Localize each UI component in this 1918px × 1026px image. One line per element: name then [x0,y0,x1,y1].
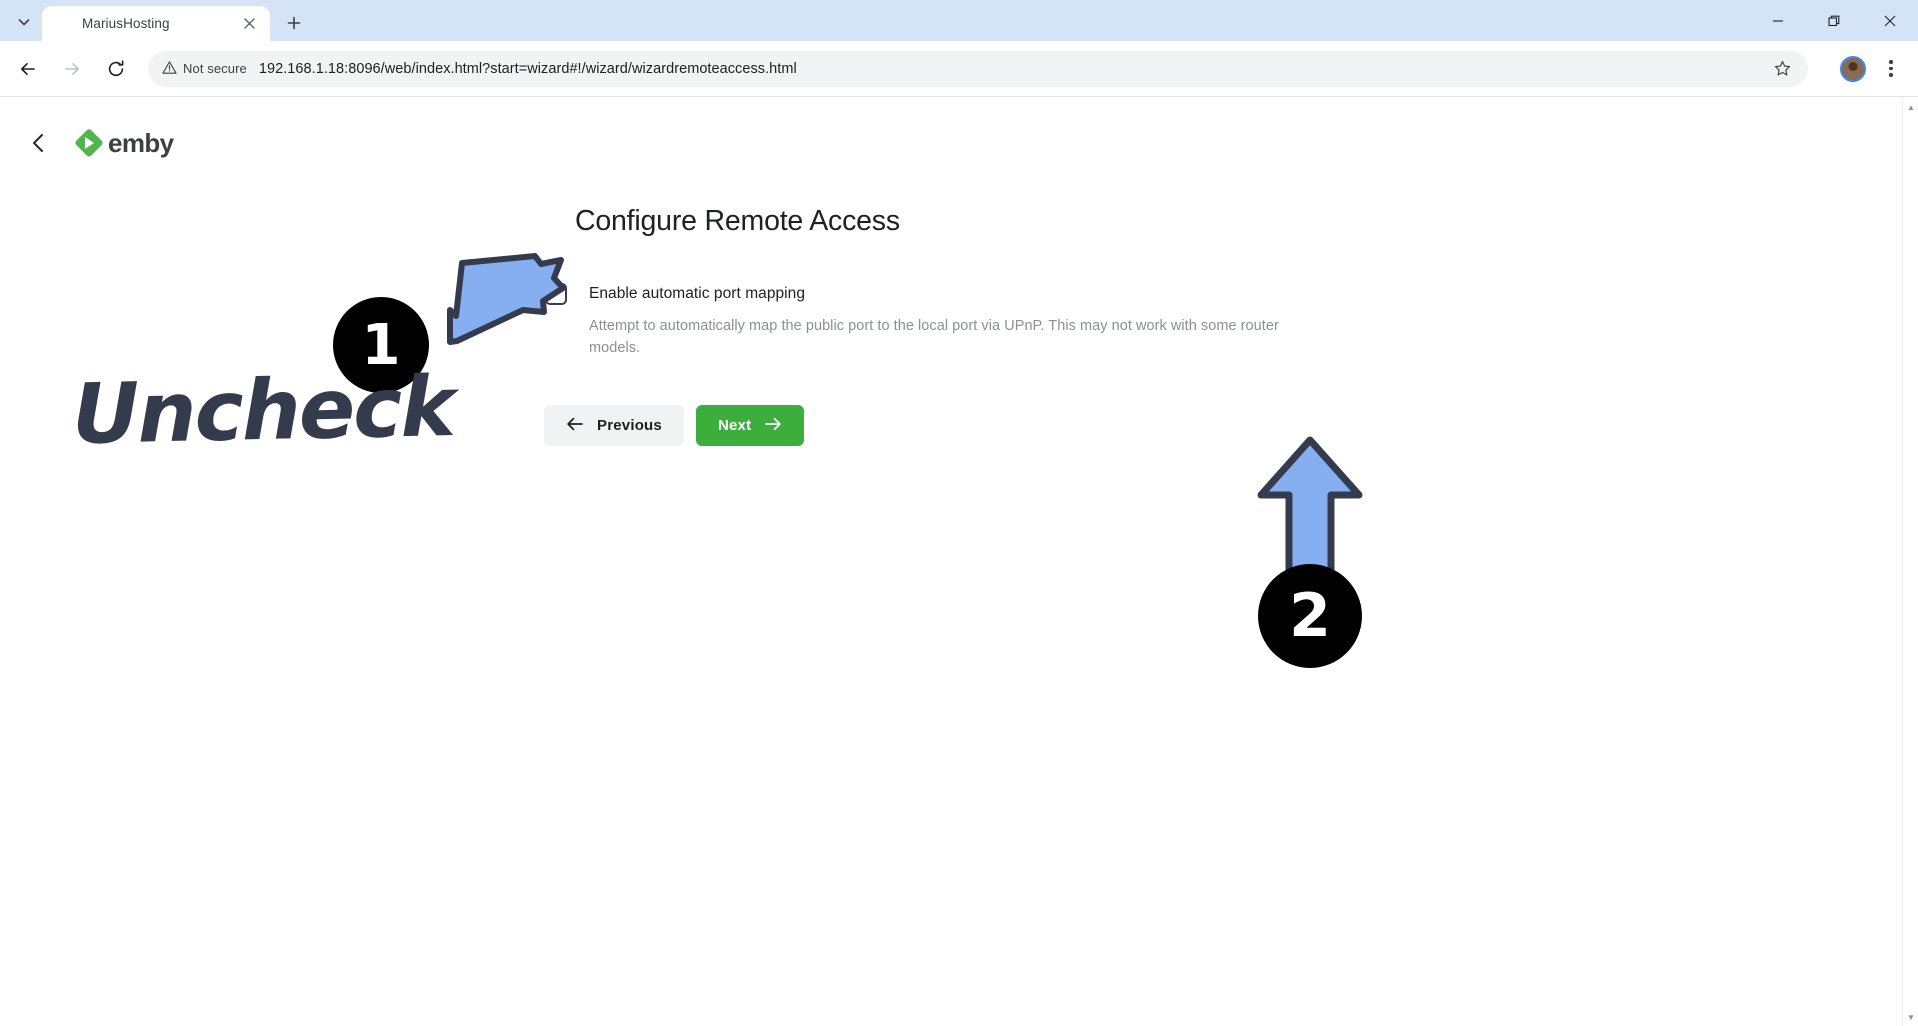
window-controls [1750,0,1918,41]
emby-logo[interactable]: emby [74,128,174,158]
page-title: Configure Remote Access [575,205,900,237]
arrow-left-icon [566,416,584,436]
emby-wordmark: emby [108,128,174,158]
browser-menu-three-dots-icon[interactable] [1876,52,1906,86]
browser-tab[interactable]: MariusHosting [42,6,270,41]
app-back-chevron-left-icon[interactable] [22,126,56,160]
tab-close-icon[interactable] [238,13,260,35]
emby-diamond-icon [52,12,72,32]
enable-port-mapping-description: Attempt to automatically map the public … [589,318,1279,356]
browser-window: MariusHosting Not secure 192.168.1.18:80… [0,0,1918,1026]
warning-triangle-icon [162,60,177,78]
enable-port-mapping-row[interactable]: Enable automatic port mapping [545,282,1918,306]
back-arrow-left-icon[interactable] [10,51,46,87]
restore-icon[interactable] [1806,0,1862,41]
next-button-label: Next [717,417,752,434]
tab-strip: MariusHosting [0,0,1918,41]
wizard-panel: Configure Remote Access Enable automatic… [0,205,1918,359]
app-header: emby [0,97,1918,167]
wizard-button-group: Previous Next [544,405,1918,446]
profile-avatar-icon[interactable] [1840,55,1866,82]
previous-button-label: Previous [597,417,662,434]
window-close-icon[interactable] [1862,0,1918,41]
tab-title: MariusHosting [82,16,170,31]
bookmark-star-icon[interactable] [1766,53,1798,85]
browser-toolbar: Not secure 192.168.1.18:8096/web/index.h… [0,41,1918,96]
address-bar[interactable]: Not secure 192.168.1.18:8096/web/index.h… [148,50,1808,87]
security-status[interactable]: Not secure [162,60,259,78]
scroll-up-arrow-icon[interactable]: ▲ [1903,99,1918,115]
next-button[interactable]: Next [695,405,805,446]
enable-port-mapping-label: Enable automatic port mapping [589,285,805,302]
minimize-icon[interactable] [1750,0,1806,41]
page-content: ▲ ▼ emby Configure Remote Access Enable … [0,96,1918,1026]
new-tab-plus-icon[interactable] [279,8,309,38]
security-label: Not secure [183,61,247,76]
reload-icon[interactable] [98,51,134,87]
page-scrollbar[interactable]: ▲ ▼ [1902,97,1918,1026]
enable-port-mapping-checkbox[interactable] [545,283,567,305]
tab-search-chevron-down-icon[interactable] [10,8,38,36]
previous-button[interactable]: Previous [544,405,684,446]
url-text[interactable]: 192.168.1.18:8096/web/index.html?start=w… [259,61,1760,77]
emby-diamond-icon [74,128,104,158]
arrow-right-icon [764,416,782,436]
forward-arrow-right-icon[interactable] [54,51,90,87]
scroll-down-arrow-icon[interactable]: ▼ [1903,1009,1918,1025]
